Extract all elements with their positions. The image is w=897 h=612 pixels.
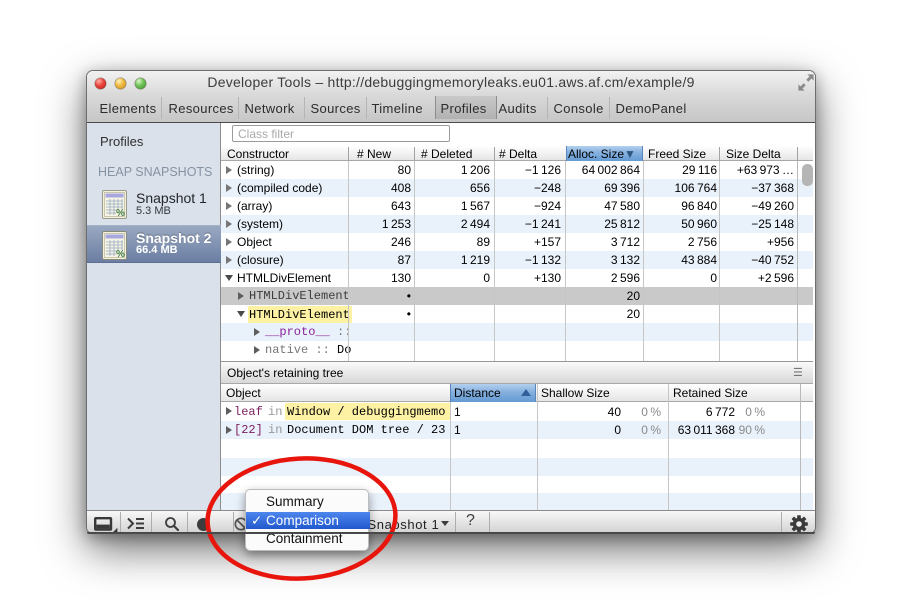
svg-text:%: % <box>116 249 125 260</box>
svg-text:%: % <box>116 208 125 219</box>
